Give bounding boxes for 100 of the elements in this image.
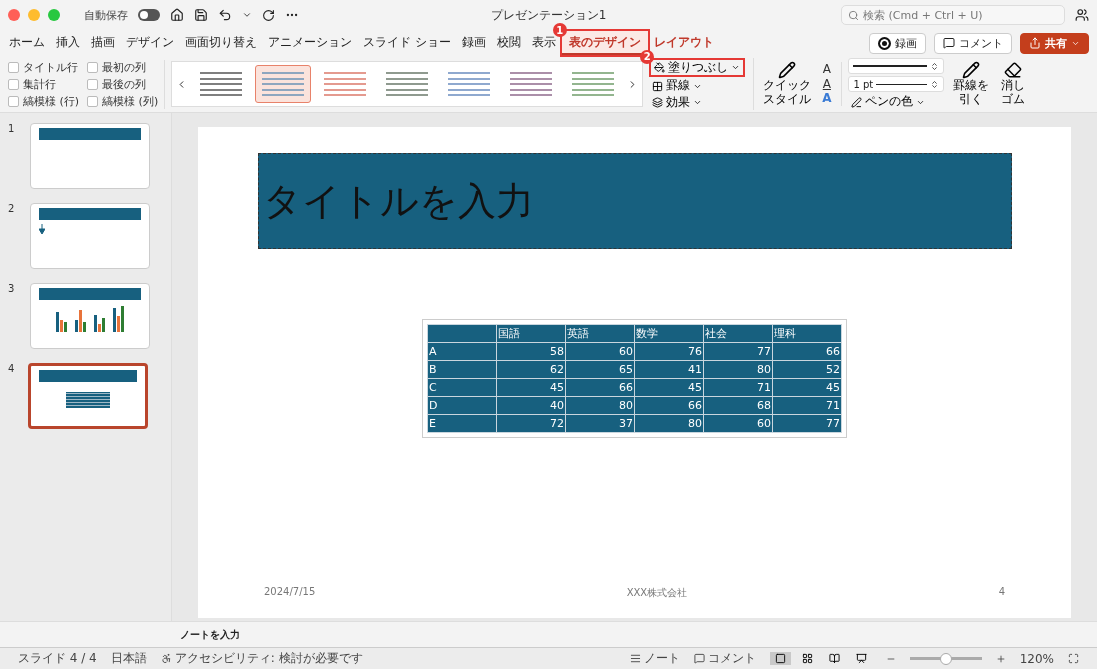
comments-button[interactable]: コメント — [693, 650, 756, 667]
draw-border-button[interactable]: 罫線を 引く — [950, 61, 993, 107]
table-cell: C — [427, 378, 497, 397]
table-cell: 65 — [565, 360, 635, 379]
table-header: 国語 — [496, 324, 566, 343]
table-cell: 40 — [496, 396, 566, 415]
pen-icon — [851, 96, 863, 108]
table-cell: B — [427, 360, 497, 379]
eraser-button[interactable]: 消し ゴム — [998, 61, 1029, 107]
pen-color-button[interactable]: ペンの色 — [848, 94, 945, 110]
border-button[interactable]: 罫線 — [649, 78, 706, 94]
option-checkbox[interactable]: 最後の列 — [87, 76, 159, 92]
people-icon[interactable] — [1075, 8, 1089, 22]
zoom-in-icon[interactable] — [995, 653, 1006, 664]
slide-counter: スライド 4 / 4 — [18, 650, 97, 667]
table-cell: 77 — [772, 414, 842, 433]
table-frame[interactable]: 国語 英語 数学 社会 理科 A 58 60 76 77 66 B 62 65 41 80 52 C 45 66 45 71 45 D 40 80 66 68 71 E 72 37 80 60 77 — [422, 319, 847, 438]
table-cell: 76 — [634, 342, 704, 361]
grid-icon — [652, 80, 664, 92]
slider-thumb[interactable] — [939, 652, 952, 665]
accessibility-icon — [160, 653, 172, 664]
table-cell: D — [427, 396, 497, 415]
table-cell: 60 — [703, 414, 773, 433]
close-button[interactable] — [8, 9, 20, 21]
table-cell: 45 — [496, 378, 566, 397]
ribbon-tab[interactable]: 校閲 — [491, 31, 526, 55]
slide-thumbnail[interactable] — [28, 363, 148, 429]
table-header — [427, 324, 497, 343]
stepper-icon — [930, 61, 940, 71]
slide-title: タイトルを入力 — [257, 153, 1012, 249]
ribbon-tab[interactable]: 画面切り替え — [180, 31, 262, 55]
text-outline-button[interactable]: A — [820, 76, 834, 92]
ribbon-tab[interactable]: スライド ショー — [358, 31, 456, 55]
table-cell: 80 — [634, 414, 704, 433]
autosave-toggle[interactable] — [138, 9, 160, 21]
table-style-swatch[interactable] — [255, 65, 312, 103]
table-header: 数学 — [634, 324, 704, 343]
footer-date: 2024/7/15 — [264, 586, 316, 599]
undo-icon[interactable] — [218, 8, 232, 22]
eraser-icon — [1004, 61, 1023, 80]
slide-number: 4 — [8, 363, 16, 376]
comment-button[interactable]: コメント — [934, 32, 1012, 54]
option-checkbox[interactable]: 集計行 — [8, 76, 80, 92]
table-drawing — [66, 392, 110, 408]
layers-icon — [652, 97, 664, 109]
share-button[interactable]: 共有 — [1020, 32, 1089, 54]
option-checkbox[interactable]: 縞模様 (行) — [8, 93, 80, 109]
zoom-level: 120% — [1019, 651, 1054, 666]
table-cell: 52 — [772, 360, 842, 379]
quick-style-button[interactable]: クイック スタイル — [760, 61, 815, 107]
lines-icon — [629, 653, 641, 664]
slide-number: 2 — [8, 203, 16, 216]
comment-icon — [943, 37, 955, 49]
paint-bucket-icon — [654, 61, 666, 73]
home-icon[interactable] — [170, 8, 184, 22]
callout-badge: 1 — [552, 23, 567, 37]
share-icon — [1029, 37, 1041, 49]
presentation-icon — [855, 653, 867, 664]
ribbon-tab[interactable]: ホーム — [4, 31, 50, 55]
notes-label: ノート — [643, 650, 680, 667]
option-checkbox[interactable]: タイトル行 — [8, 59, 80, 75]
table-cell: E — [427, 414, 497, 433]
arrow-drawing — [39, 224, 45, 234]
slide-number: 3 — [8, 283, 16, 296]
table-cell: 71 — [772, 396, 842, 415]
ribbon-tab[interactable]: 描画 — [86, 31, 120, 55]
table-header: 社会 — [703, 324, 773, 343]
text-effect-button[interactable]: A — [820, 91, 834, 106]
notes-placeholder[interactable]: ノートを入力 — [180, 627, 240, 642]
fit-icon[interactable] — [1068, 653, 1079, 664]
table-cell: 68 — [703, 396, 773, 415]
table-header: 英語 — [565, 324, 635, 343]
option-checkbox[interactable]: 最初の列 — [87, 59, 159, 75]
text-fill-button[interactable]: A — [820, 62, 834, 77]
notes-button[interactable]: ノート — [629, 650, 680, 667]
save-icon[interactable] — [194, 8, 208, 22]
record-button[interactable]: 録画 — [869, 32, 926, 54]
normal-view-icon — [774, 653, 786, 664]
table-cell: 58 — [496, 342, 566, 361]
effect-button[interactable]: 効果 — [649, 94, 706, 111]
table-header: 理科 — [772, 324, 842, 343]
table-cell: 66 — [565, 378, 635, 397]
option-checkbox[interactable]: 縞模様 (列) — [87, 93, 159, 109]
page-number: 4 — [998, 586, 1005, 599]
table-cell: 62 — [496, 360, 566, 379]
redo-icon[interactable] — [262, 8, 275, 22]
ribbon-tab[interactable]: アニメーション — [263, 31, 357, 55]
ribbon-tab[interactable]: 録画 — [456, 31, 491, 55]
line-style-dropdown[interactable] — [848, 58, 945, 75]
search-icon — [848, 9, 859, 21]
ribbon-tab[interactable]: デザイン — [121, 31, 179, 55]
line-weight-dropdown[interactable]: 1 pt — [848, 76, 945, 93]
table-cell: 80 — [703, 360, 773, 379]
ribbon-tab[interactable]: 挿入 — [51, 31, 85, 55]
table-cell: 66 — [772, 342, 842, 361]
footer-text: XXX株式会社 — [626, 586, 688, 600]
normal-view-button[interactable] — [769, 652, 791, 665]
chevron-down-icon[interactable] — [242, 10, 252, 20]
search-field[interactable]: 検索 (Cmd + Ctrl + U) — [841, 5, 1065, 25]
language-label: 日本語 — [110, 650, 147, 667]
